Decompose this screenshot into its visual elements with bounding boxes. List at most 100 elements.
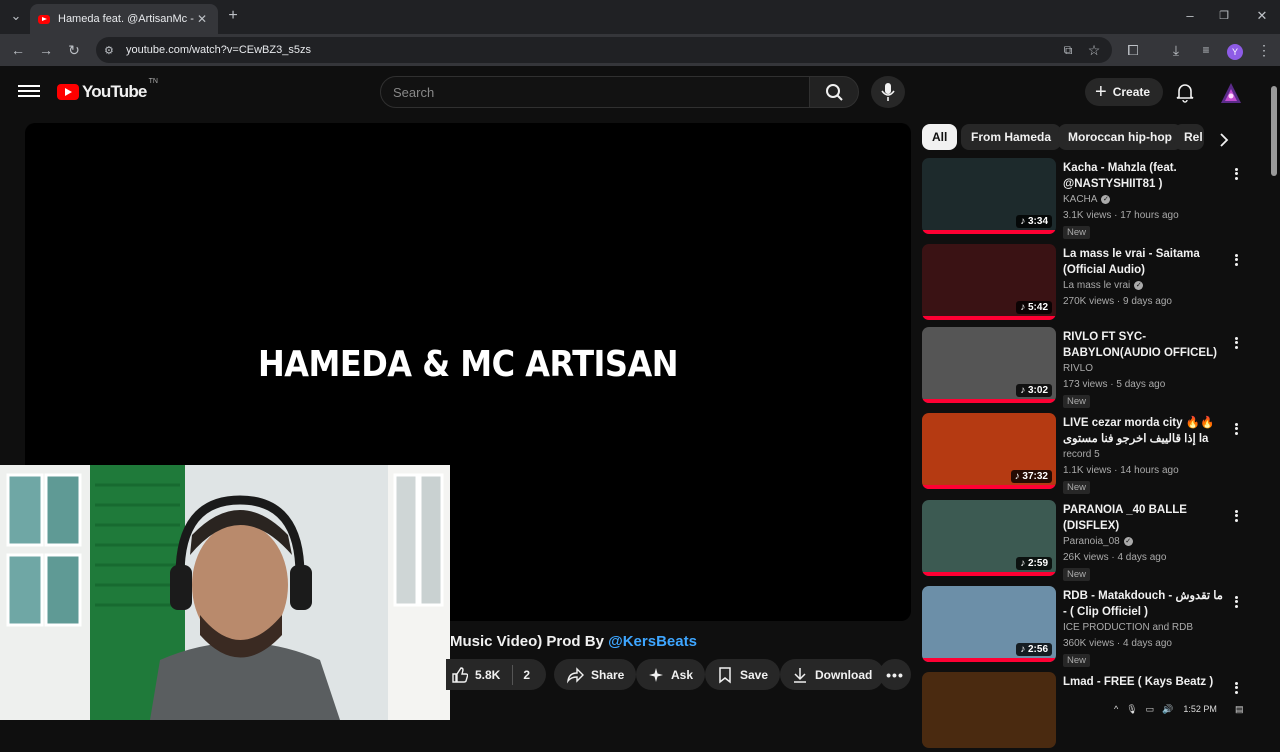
channel-name[interactable]: KACHA ✓ — [1063, 194, 1111, 205]
new-badge: New — [1063, 654, 1091, 667]
thumbs-up-icon — [452, 666, 468, 683]
more-options-icon[interactable] — [1231, 335, 1241, 351]
bookmark-icon — [719, 666, 731, 684]
channel-name[interactable]: ICE PRODUCTION and RDB — [1063, 622, 1193, 633]
url-text: youtube.com/watch?v=CEwBZ3_s5zs — [126, 44, 311, 56]
channel-name[interactable]: Paranoia_08 ✓ — [1063, 536, 1133, 547]
youtube-favicon-icon — [38, 14, 50, 24]
video-title: Music Video) Prod By @KersBeats — [450, 633, 697, 650]
more-options-icon[interactable] — [1231, 166, 1241, 182]
recommendation-title[interactable]: RDB - Matakdouch - ما تقدوش - ( Clip Off… — [1063, 588, 1228, 620]
chip-moroccan-hip-hop[interactable]: Moroccan hip-hop — [1058, 124, 1182, 150]
new-badge: New — [1063, 395, 1091, 408]
profile-avatar[interactable]: Y — [1225, 40, 1245, 60]
notifications-bell-icon[interactable] — [1174, 81, 1196, 103]
tab-close-icon[interactable]: ✕ — [194, 12, 210, 26]
restore-icon[interactable]: ❐ — [1214, 6, 1234, 26]
recommendation-title[interactable]: Kacha - Mahzla (feat. @NASTYSHIIT81 ) — [1063, 160, 1228, 192]
window-close-icon[interactable]: ✕ — [1252, 6, 1272, 26]
chip-from-hameda[interactable]: From Hameda — [961, 124, 1062, 150]
webcam-overlay — [0, 465, 450, 720]
recommendation-item[interactable]: ♪ 5:42 La mass le vrai - Saitama (Officia… — [922, 244, 1257, 324]
chip-all[interactable]: All — [922, 124, 958, 150]
tab-search-chevron-icon[interactable]: ⌄ — [6, 6, 26, 26]
video-thumbnail[interactable]: ♪ 37:32 — [922, 413, 1056, 489]
clock-time[interactable]: 1:52 PM — [1183, 704, 1217, 714]
site-info-icon[interactable]: ⚙ — [104, 44, 118, 57]
duration-badge: ♪ 3:02 — [1016, 384, 1052, 397]
back-icon[interactable]: ← — [8, 40, 28, 60]
reload-icon[interactable]: ↻ — [64, 40, 84, 60]
recommendation-title[interactable]: PARANOIA _40 BALLE (DISFLEX) — [1063, 502, 1228, 534]
chevron-right-icon[interactable] — [1214, 130, 1234, 150]
video-thumbnail[interactable]: ♪ 2:59 — [922, 500, 1056, 576]
comment-count[interactable]: 2 — [523, 668, 530, 682]
save-button[interactable]: Save — [705, 659, 781, 690]
more-options-icon[interactable] — [1231, 252, 1241, 268]
chip-related[interactable]: Rel — [1174, 124, 1204, 150]
downloads-icon[interactable]: ⤓ — [1166, 40, 1186, 60]
browser-menu-icon[interactable]: ⋮ — [1254, 40, 1274, 60]
video-thumbnail[interactable]: ♪ 2:56 — [922, 586, 1056, 662]
recommendation-item[interactable]: ♪ 37:32 LIVE cezar morda city 🔥🔥 إذا قالي… — [922, 413, 1257, 494]
network-icon[interactable]: ▭ — [1146, 704, 1155, 715]
webcam-person-image — [0, 465, 450, 720]
bookmark-star-icon[interactable]: ☆ — [1084, 40, 1104, 60]
scrollbar-thumb[interactable] — [1271, 86, 1277, 176]
volume-icon[interactable]: 🔊 — [1162, 704, 1173, 715]
new-badge: New — [1063, 568, 1091, 581]
more-actions-button[interactable]: ••• — [879, 659, 911, 690]
account-avatar[interactable] — [1219, 81, 1243, 105]
share-button[interactable]: Share — [554, 659, 637, 690]
recommendation-item[interactable]: ♪ 3:34 Kacha - Mahzla (feat. @NASTYSHIIT8… — [922, 158, 1257, 239]
like-count: 5.8K — [475, 667, 501, 682]
notification-center-icon[interactable]: ▤ — [1235, 704, 1244, 715]
channel-name[interactable]: RIVLO — [1063, 363, 1093, 374]
media-control-icon[interactable]: ≡ — [1196, 40, 1216, 60]
voice-search-button[interactable] — [871, 76, 905, 108]
browser-tab[interactable]: Hameda feat. @ArtisanMc - We ✕ — [30, 4, 218, 34]
forward-icon[interactable]: → — [36, 40, 56, 60]
more-options-icon[interactable] — [1231, 508, 1241, 524]
video-thumbnail[interactable]: ♪ 5:42 — [922, 244, 1056, 320]
like-button[interactable]: 5.8K — [450, 666, 500, 684]
video-thumbnail[interactable]: ♪ 3:02 — [922, 327, 1056, 403]
music-note-icon: ♪ — [1020, 644, 1028, 655]
tray-chevron-icon[interactable]: ^ — [1114, 704, 1118, 714]
recommendation-title[interactable]: La mass le vrai - Saitama (Official Audi… — [1063, 246, 1228, 278]
extensions-icon[interactable]: ⧠ — [1123, 40, 1143, 60]
microphone-tray-icon[interactable]: 🎙 — [1126, 704, 1137, 715]
video-meta: 3.1K views · 17 hours ago — [1063, 210, 1179, 221]
address-bar[interactable]: ⚙ youtube.com/watch?v=CEwBZ3_s5zs — [96, 37, 1112, 63]
video-thumbnail[interactable] — [922, 672, 1056, 748]
recommendation-title[interactable]: Lmad - FREE ( Kays Beatz ) — [1063, 674, 1228, 690]
watch-progress-bar — [922, 572, 1056, 576]
recommendation-item[interactable]: ♪ 3:02 RIVLO FT SYC-BABYLON(AUDIO OFFICEL… — [922, 327, 1257, 408]
music-note-icon: ♪ — [1020, 216, 1028, 227]
more-options-icon[interactable] — [1231, 680, 1241, 696]
recommendation-item[interactable]: ♪ 2:56 RDB - Matakdouch - ما تقدوش - ( Cl… — [922, 586, 1257, 667]
producer-handle-link[interactable]: @KersBeats — [608, 633, 697, 650]
search-button[interactable] — [809, 76, 859, 108]
youtube-logo[interactable]: YouTube TN — [57, 78, 158, 102]
search-icon — [826, 84, 843, 101]
channel-name[interactable]: La mass le vrai ✓ — [1063, 280, 1144, 291]
hamburger-menu-icon[interactable] — [18, 82, 40, 102]
ask-button[interactable]: Ask — [636, 659, 706, 690]
music-note-icon: ♪ — [1020, 558, 1028, 569]
recommendation-title[interactable]: RIVLO FT SYC-BABYLON(AUDIO OFFICEL) — [1063, 329, 1228, 361]
channel-name[interactable]: record 5 — [1063, 449, 1100, 460]
recommendation-item[interactable]: ♪ 2:59 PARANOIA _40 BALLE (DISFLEX) Parano… — [922, 500, 1257, 581]
recommendation-title[interactable]: LIVE cezar morda city 🔥🔥 إذا قالييف اخرج… — [1063, 415, 1228, 447]
install-app-icon[interactable]: ⧉ — [1058, 40, 1078, 60]
video-thumbnail[interactable]: ♪ 3:34 — [922, 158, 1056, 234]
youtube-header: YouTube TN Search + Create — [0, 70, 1268, 114]
minimize-icon[interactable]: – — [1180, 6, 1200, 26]
new-tab-button[interactable]: + — [223, 6, 243, 26]
search-input[interactable]: Search — [380, 76, 810, 108]
more-options-icon[interactable] — [1231, 594, 1241, 610]
verified-check-icon: ✓ — [1101, 194, 1111, 204]
create-button[interactable]: + Create — [1085, 78, 1163, 106]
download-button[interactable]: Download — [780, 659, 885, 690]
more-options-icon[interactable] — [1231, 421, 1241, 437]
